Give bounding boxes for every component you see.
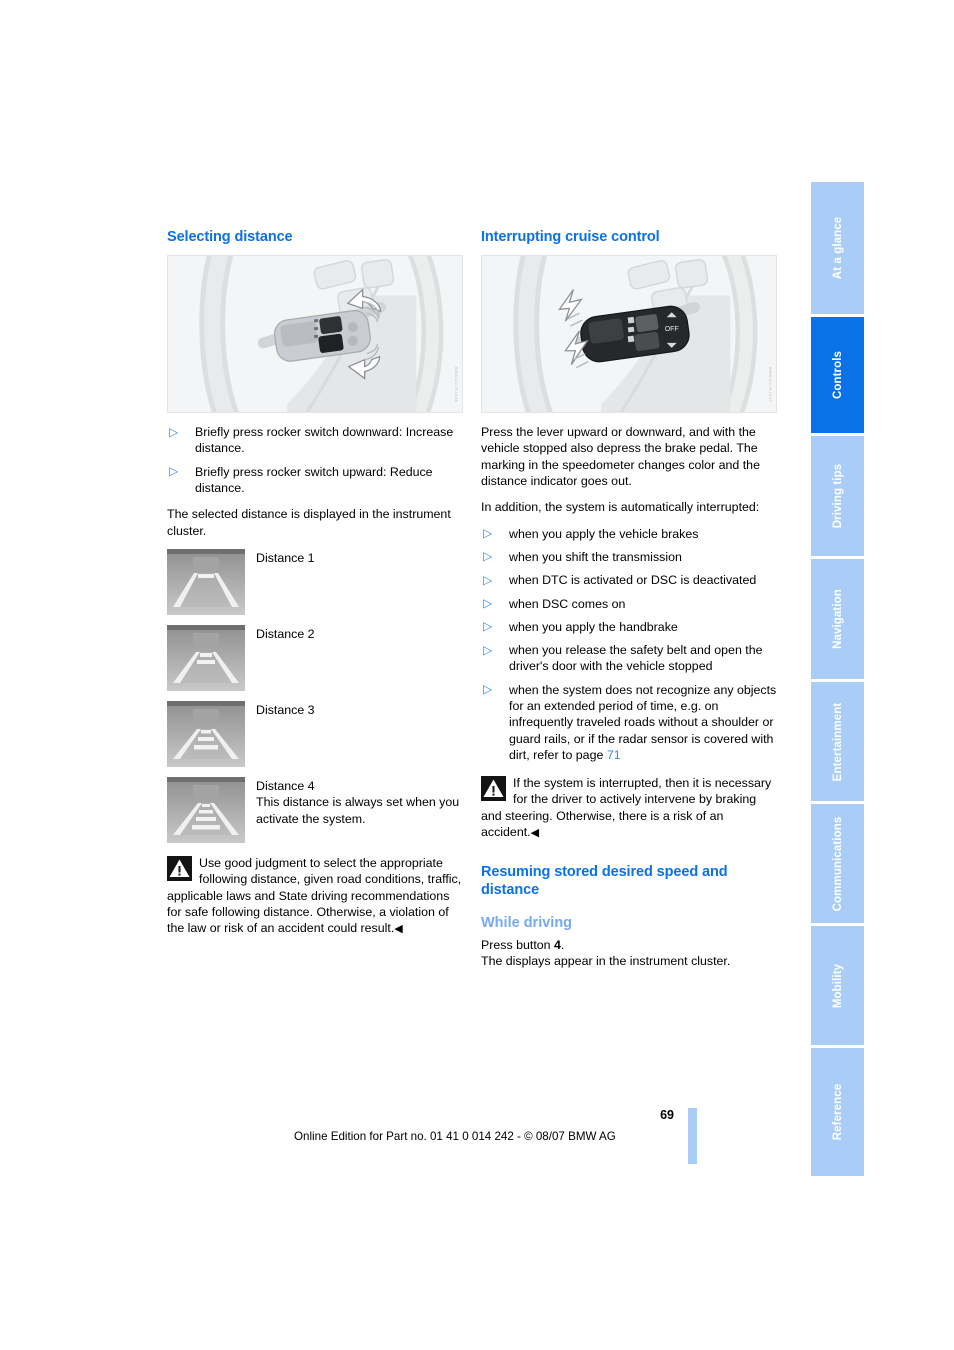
warning-end-marker: ◀ [394, 923, 403, 936]
right-column: Interrupting cruise control OFF BMW-CC-R… [481, 228, 777, 979]
sidebar-item-label: Entertainment [831, 702, 844, 781]
displays-appear-note: The displays appear in the instrument cl… [481, 954, 731, 969]
distance-1-label-block: Distance 1 [256, 549, 315, 566]
distance-1-icon [167, 548, 245, 615]
sidebar-item-label: Navigation [831, 589, 844, 649]
press-button-prefix: Press button [481, 937, 555, 952]
illustration-steering-wheel-lever-up-down: OFF BMW-CC-R-0147 [481, 255, 777, 414]
distance-4-label: Distance 4 [256, 778, 315, 793]
list-item-label: when DSC comes on [509, 596, 626, 611]
distance-4-icon [167, 776, 245, 843]
sidebar-item-label: Communications [831, 816, 844, 911]
press-button-number: 4 [554, 937, 561, 952]
list-item: ▷ Briefly press rocker switch downward: … [167, 424, 463, 457]
list-item: ▷ when you apply the handbrake [481, 619, 777, 635]
list-item-label: when you apply the handbrake [509, 619, 678, 634]
triangle-bullet-icon: ▷ [169, 424, 179, 439]
sidebar-item-communications[interactable]: Communications [811, 804, 864, 923]
triangle-bullet-icon: ▷ [483, 572, 493, 587]
distance-3-icon [167, 700, 245, 767]
illustration-code: BMW-CC-R-0146 [454, 366, 459, 403]
distance-row-4: Distance 4 This distance is always set w… [167, 776, 463, 843]
distance-3-label-block: Distance 3 [256, 701, 315, 718]
sidebar-item-label: Mobility [831, 963, 844, 1008]
sidebar-item-label: Reference [831, 1083, 844, 1141]
triangle-bullet-icon: ▷ [483, 526, 493, 541]
illustration-steering-wheel-rocker-switch: BMW-CC-R-0146 [167, 255, 463, 414]
sidebar-item-navigation[interactable]: Navigation [811, 559, 864, 679]
sidebar-item-label: Controls [831, 350, 844, 400]
triangle-bullet-icon: ▷ [483, 596, 493, 610]
list-item: ▷ when DSC comes on [481, 596, 777, 612]
sidebar-item-driving-tips[interactable]: Driving tips [811, 436, 864, 556]
list-item-label: Briefly press rocker switch upward: Redu… [195, 464, 433, 496]
distance-2-label-block: Distance 2 [256, 625, 315, 642]
press-button-suffix: . [560, 937, 565, 952]
triangle-bullet-icon: ▷ [169, 464, 179, 479]
list-item-label: when you shift the transmission [509, 549, 682, 564]
triangle-bullet-icon: ▷ [483, 642, 493, 657]
triangle-bullet-icon: ▷ [483, 619, 493, 634]
list-item: ▷ Briefly press rocker switch upward: Re… [167, 464, 463, 497]
manual-page: Selecting distance BMW-CC-R-0146 ▷ Brief… [0, 0, 954, 1350]
distance-1-label: Distance 1 [256, 550, 315, 565]
interrupt-paragraph-2: In addition, the system is automatically… [481, 500, 760, 515]
sidebar-item-entertainment[interactable]: Entertainment [811, 682, 864, 801]
list-item: ▷ when you shift the transmission [481, 549, 777, 565]
triangle-bullet-icon: ▷ [483, 682, 493, 697]
list-item-radar-sensor: ▷ when the system does not recognize any… [481, 682, 777, 763]
list-item-label: when the system does not recognize any o… [509, 682, 777, 762]
sidebar-item-mobility[interactable]: Mobility [811, 926, 864, 1045]
warning-note-right: If the system is interrupted, then it is… [481, 775, 777, 841]
list-item-label: when you release the safety belt and ope… [509, 643, 763, 674]
page-number: 69 [660, 1108, 674, 1122]
warning-triangle-icon [481, 776, 506, 802]
illustration-code: BMW-CC-R-0147 [768, 366, 773, 403]
list-item-label: Briefly press rocker switch downward: In… [195, 425, 454, 456]
warning-note-left: Use good judgment to select the appropri… [167, 855, 463, 937]
list-item-label: when DTC is activated or DSC is deactiva… [509, 573, 757, 588]
list-item-label: when you apply the vehicle brakes [509, 526, 699, 541]
distance-row-2: Distance 2 [167, 624, 463, 691]
distance-2-icon [167, 624, 245, 691]
distance-4-label-block: Distance 4 This distance is always set w… [256, 777, 463, 827]
selected-distance-note: The selected distance is displayed in th… [167, 507, 451, 538]
page-title-resuming-stored-speed: Resuming stored desired speed and distan… [481, 864, 728, 899]
sidebar-item-controls[interactable]: Controls [811, 317, 864, 433]
edition-notice: Online Edition for Part no. 01 41 0 014 … [294, 1130, 616, 1143]
list-item: ▷ when DTC is activated or DSC is deacti… [481, 572, 777, 588]
left-column: Selecting distance BMW-CC-R-0146 ▷ Brief… [167, 228, 463, 937]
distance-row-1: Distance 1 [167, 548, 463, 615]
distance-row-3: Distance 3 [167, 700, 463, 767]
distance-3-label: Distance 3 [256, 702, 315, 717]
subheading-while-driving: While driving [481, 914, 573, 931]
page-title-selecting-distance: Selecting distance [167, 229, 293, 245]
warning-end-marker: ◀ [530, 827, 539, 840]
svg-text:OFF: OFF [665, 326, 679, 333]
sidebar-item-reference[interactable]: Reference [811, 1048, 864, 1176]
distance-4-note: This distance is always set when you act… [256, 795, 460, 826]
chapter-tabs-sidebar: At a glance Controls Driving tips Naviga… [811, 182, 864, 1179]
page-marker-bar [688, 1108, 697, 1164]
page-title-interrupting-cruise-control: Interrupting cruise control [481, 229, 660, 245]
page-reference-link[interactable]: 71 [607, 748, 621, 762]
sidebar-item-at-a-glance[interactable]: At a glance [811, 182, 864, 314]
triangle-bullet-icon: ▷ [483, 549, 493, 564]
warning-text-left: Use good judgment to select the appropri… [167, 855, 462, 936]
distance-2-label: Distance 2 [256, 626, 315, 641]
rocker-switch-instructions: ▷ Briefly press rocker switch downward: … [167, 424, 463, 496]
list-item: ▷ when you release the safety belt and o… [481, 642, 777, 675]
auto-interrupt-conditions: ▷ when you apply the vehicle brakes ▷ wh… [481, 526, 777, 764]
warning-triangle-icon [167, 855, 192, 881]
warning-text-right: If the system is interrupted, then it is… [481, 776, 772, 840]
sidebar-item-label: Driving tips [831, 463, 844, 529]
interrupt-paragraph-1: Press the lever upward or downward, and … [481, 425, 760, 489]
sidebar-item-label: At a glance [831, 216, 844, 280]
press-button-instruction: Press button 4. [481, 937, 777, 953]
list-item: ▷ when you apply the vehicle brakes [481, 526, 777, 542]
